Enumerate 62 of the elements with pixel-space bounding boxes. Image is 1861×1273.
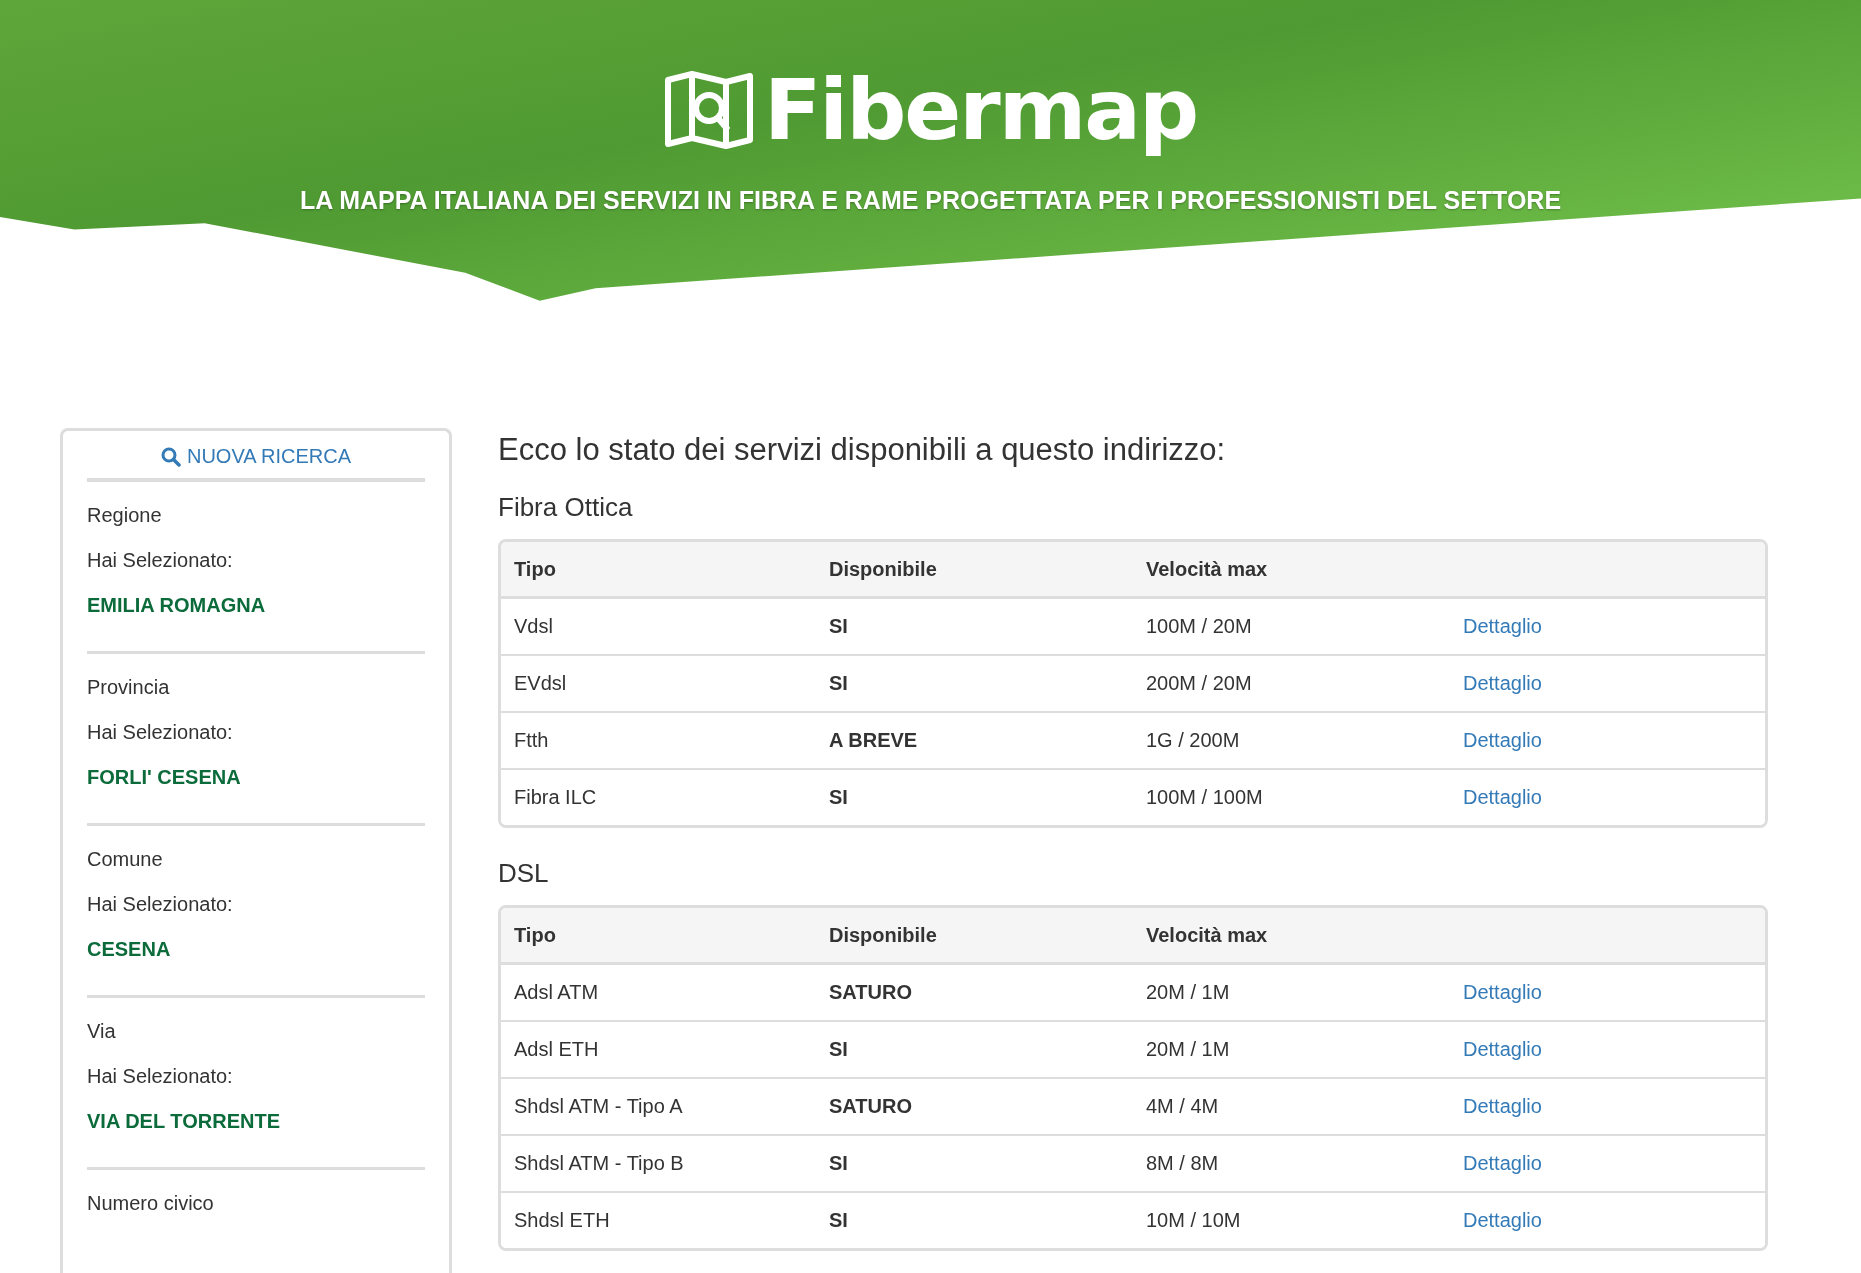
column-header: Disponibile xyxy=(828,923,938,947)
detail-link[interactable]: Dettaglio xyxy=(1450,615,1542,638)
section-title: DSL xyxy=(498,858,550,889)
selection-hint: Hai Selezionato: xyxy=(87,1065,234,1088)
table-cell-text: Adsl ATM xyxy=(513,981,600,1004)
detail-link[interactable]: Dettaglio xyxy=(1450,981,1542,1004)
column-header: Disponibile xyxy=(828,557,938,581)
detail-link[interactable]: Dettaglio xyxy=(1450,672,1542,695)
selection-hint: Hai Selezionato: xyxy=(87,721,234,744)
selected-value: EMILIA ROMAGNA xyxy=(87,594,267,617)
table-cell-text: EVdsl xyxy=(513,672,568,695)
table-cell-text: Shdsl ETH xyxy=(513,1209,611,1232)
map-magnifier-icon xyxy=(663,70,754,150)
table-cell-text: Shdsl ATM - Tipo B xyxy=(513,1152,685,1175)
table-cell-text: Shdsl ATM - Tipo A xyxy=(513,1095,684,1118)
speed-cell-text: 10M / 10M xyxy=(1145,1209,1242,1232)
availability-cell-text: SATURO xyxy=(828,981,913,1004)
speed-cell-text: 20M / 1M xyxy=(1145,1038,1231,1061)
new-search-button[interactable]: NUOVA RICERCA xyxy=(87,439,425,482)
detail-link[interactable]: Dettaglio xyxy=(1450,1095,1542,1118)
filter-label: Via xyxy=(87,1020,117,1043)
page-heading: Ecco lo stato dei servizi disponibili a questo indirizzo: xyxy=(498,432,1227,468)
tagline: LA MAPPA ITALIANA DEI SERVIZI IN FIBRA E RAME PROGETTATA PER I PROFESSIONISTI DEL SETTORE xyxy=(299,186,1562,215)
selected-value: FORLI' CESENA xyxy=(87,766,242,789)
filter-label: Numero civico xyxy=(87,1192,215,1215)
filter-label: Regione xyxy=(87,504,163,527)
table-cell-text: Vdsl xyxy=(513,615,554,638)
detail-link[interactable]: Dettaglio xyxy=(1450,786,1542,809)
selected-value: CESENA xyxy=(87,938,172,961)
speed-cell-text: 4M / 4M xyxy=(1145,1095,1220,1118)
speed-cell-text: 8M / 8M xyxy=(1145,1152,1220,1175)
availability-cell-text: SI xyxy=(828,1209,849,1232)
column-header: Tipo xyxy=(513,557,557,581)
speed-cell-text: 100M / 100M xyxy=(1145,786,1264,809)
speed-cell-text: 200M / 20M xyxy=(1145,672,1253,695)
detail-link[interactable]: Dettaglio xyxy=(1450,1152,1542,1175)
availability-cell-text: SI xyxy=(828,672,849,695)
speed-cell-text: 1G / 200M xyxy=(1145,729,1241,752)
speed-cell-text: 20M / 1M xyxy=(1145,981,1231,1004)
speed-cell-text: 100M / 20M xyxy=(1145,615,1253,638)
availability-cell-text: SI xyxy=(828,786,849,809)
selection-hint: Hai Selezionato: xyxy=(87,549,234,572)
availability-cell-text: SI xyxy=(828,1152,849,1175)
table-cell-text: Adsl ETH xyxy=(513,1038,600,1061)
detail-link[interactable]: Dettaglio xyxy=(1450,729,1542,752)
table-cell-text: Fibra ILC xyxy=(513,786,598,809)
column-header: Tipo xyxy=(513,923,557,947)
column-header: Velocità max xyxy=(1145,557,1269,581)
detail-link[interactable]: Dettaglio xyxy=(1450,1038,1542,1061)
availability-cell-text: SATURO xyxy=(828,1095,913,1118)
availability-cell-text: SI xyxy=(828,615,849,638)
availability-cell-text: SI xyxy=(828,1038,849,1061)
section-title: Fibra Ottica xyxy=(498,492,634,523)
table-cell-text: Ftth xyxy=(513,729,550,752)
column-header: Velocità max xyxy=(1145,923,1269,947)
filter-label: Comune xyxy=(87,848,164,871)
selection-hint: Hai Selezionato: xyxy=(87,893,234,916)
search-icon xyxy=(160,446,181,467)
filter-label: Provincia xyxy=(87,676,171,699)
availability-cell-text: A BREVE xyxy=(828,729,919,752)
selected-value: VIA DEL TORRENTE xyxy=(87,1110,281,1133)
detail-link[interactable]: Dettaglio xyxy=(1450,1209,1542,1232)
